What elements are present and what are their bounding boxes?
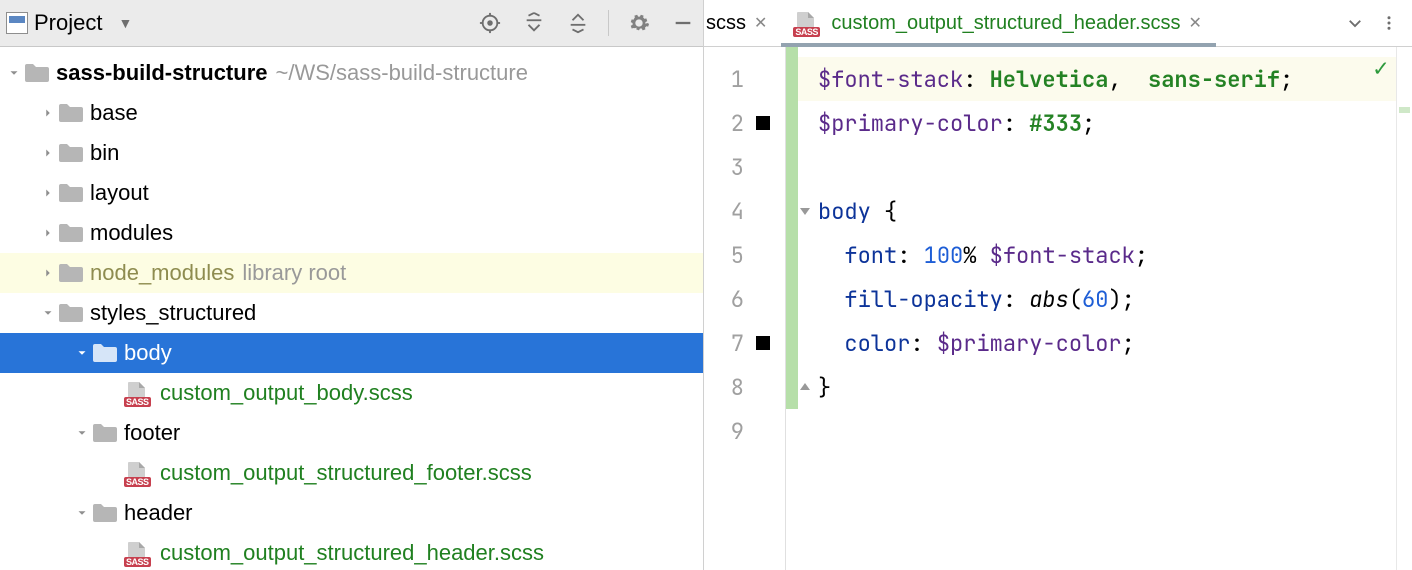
chevron-down-icon: ▼ [118,15,132,31]
line-number: 7 [704,329,744,358]
code-line[interactable]: font: 100% $font-stack; [798,233,1396,277]
inspection-ok-icon[interactable]: ✓ [1374,53,1388,84]
tree-suffix: library root [242,260,346,286]
editor-tabbar: scss ✕ SASS custom_output_structured_hea… [704,0,1412,47]
tab-label: custom_output_structured_header.scss [831,12,1180,35]
tree-folder[interactable]: node_modules library root [0,253,703,293]
toolbar-icons [476,9,697,37]
gutter-line[interactable]: 7 [704,321,785,365]
right-status-bar[interactable] [1396,47,1412,570]
tree-label: custom_output_body.scss [160,380,413,406]
expand-all-icon[interactable] [520,9,548,37]
tree-folder[interactable]: header [0,493,703,533]
tab-custom-output-structured-header[interactable]: SASS custom_output_structured_header.scs… [781,0,1216,46]
project-icon [6,12,28,34]
project-tool-window: Project ▼ sass-build-structure ~/WS/sass-… [0,0,704,570]
tree-file[interactable]: .SASScustom_output_structured_footer.scs… [0,453,703,493]
code-line[interactable] [798,409,1396,453]
close-icon[interactable]: ✕ [754,13,767,33]
collapse-all-icon[interactable] [564,9,592,37]
tree-folder[interactable]: body [0,333,703,373]
tree-label: sass-build-structure [56,60,268,86]
tree-folder[interactable]: base [0,93,703,133]
gutter[interactable]: 1 2 3 4 5 6 7 8 9 [704,47,786,570]
gutter-line[interactable]: 4 [704,189,785,233]
tree-label: layout [90,180,149,206]
tree-path: ~/WS/sass-build-structure [276,60,528,86]
project-tree[interactable]: sass-build-structure ~/WS/sass-build-stru… [0,47,703,570]
project-view-selector[interactable]: Project ▼ [6,10,132,36]
gutter-line[interactable]: 6 [704,277,785,321]
line-number: 9 [704,417,744,446]
line-number: 2 [704,109,744,138]
color-marker-icon[interactable] [756,116,770,130]
tree-folder[interactable]: footer [0,413,703,453]
line-number: 5 [704,241,744,270]
tree-root[interactable]: sass-build-structure ~/WS/sass-build-stru… [0,53,703,93]
tree-label: styles_structured [90,300,256,326]
sass-file-icon: SASS [795,11,823,35]
tree-file[interactable]: .SASScustom_output_body.scss [0,373,703,413]
code-line[interactable]: $primary-color: #333; [798,101,1396,145]
close-icon[interactable]: ✕ [1189,13,1202,33]
tree-label: modules [90,220,173,246]
tree-label: custom_output_structured_header.scss [160,540,544,566]
divider [608,10,609,36]
tree-file[interactable]: .SASScustom_output_structured_header.scs… [0,533,703,570]
locate-icon[interactable] [476,9,504,37]
line-number: 6 [704,285,744,314]
gutter-line[interactable]: 5 [704,233,785,277]
project-toolbar: Project ▼ [0,0,703,47]
code-line[interactable]: body { [798,189,1396,233]
line-number: 3 [704,153,744,182]
fold-close-icon[interactable] [798,380,812,394]
gutter-line[interactable]: 2 [704,101,785,145]
code-area[interactable]: ✓ $font-stack: Helvetica, sans-serif;$pr… [798,47,1396,570]
tree-label: body [124,340,172,366]
more-icon[interactable] [1372,6,1406,40]
gutter-line[interactable]: 9 [704,409,785,453]
change-bar [786,47,798,409]
tree-label: base [90,100,138,126]
warning-hint[interactable] [1399,107,1410,113]
tree-folder[interactable]: bin [0,133,703,173]
line-number: 1 [704,65,744,94]
tree-folder[interactable]: modules [0,213,703,253]
line-number: 8 [704,373,744,402]
gutter-line[interactable]: 1 [704,57,785,101]
tree-label: header [124,500,193,526]
gutter-line[interactable]: 8 [704,365,785,409]
tree-label: bin [90,140,119,166]
code-line[interactable]: $font-stack: Helvetica, sans-serif; [798,57,1396,101]
tabs-dropdown-icon[interactable] [1338,6,1372,40]
editor-pane: scss ✕ SASS custom_output_structured_hea… [704,0,1412,570]
tree-folder[interactable]: layout [0,173,703,213]
tree-label: node_modules [90,260,234,286]
project-title: Project [34,10,102,36]
code-line[interactable]: } [798,365,1396,409]
tree-folder[interactable]: styles_structured [0,293,703,333]
color-marker-icon[interactable] [756,336,770,350]
code-line[interactable] [798,145,1396,189]
line-number: 4 [704,197,744,226]
code-line[interactable]: color: $primary-color; [798,321,1396,365]
tab-scss-partial[interactable]: scss ✕ [704,0,781,46]
tab-label: scss [706,12,746,35]
settings-icon[interactable] [625,9,653,37]
tree-label: custom_output_structured_footer.scss [160,460,532,486]
tree-label: footer [124,420,180,446]
code-editor[interactable]: 1 2 3 4 5 6 7 8 9 ✓ $font-stack: Helvetica, sans… [704,47,1412,570]
minimize-icon[interactable] [669,9,697,37]
fold-open-icon[interactable] [798,204,812,218]
code-line[interactable]: fill-opacity: abs(60); [798,277,1396,321]
gutter-line[interactable]: 3 [704,145,785,189]
